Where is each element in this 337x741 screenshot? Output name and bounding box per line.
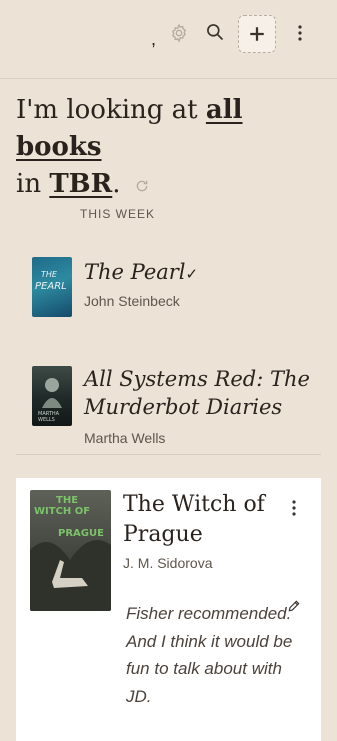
book-cover: THE WITCH OF PRAGUE [30, 490, 111, 611]
filter-books-link[interactable]: books [16, 132, 102, 162]
more-vertical-icon[interactable] [290, 20, 310, 46]
section-this-week: THIS WEEK [80, 207, 156, 221]
book-title: The Witch of Prague [123, 492, 265, 547]
filter-heading: I'm looking at all books in TBR. [16, 92, 326, 204]
book-title: All Systems Red: The Murderbot Diaries [84, 367, 310, 419]
divider [16, 454, 321, 455]
book-cover: MARTHA WELLS [32, 366, 72, 426]
book-title: The Pearl✓ [84, 260, 199, 284]
top-toolbar: , [0, 0, 337, 66]
heading-in: in [16, 169, 50, 199]
book-author: Martha Wells [84, 430, 166, 446]
filter-all-link[interactable]: all [206, 95, 243, 125]
plus-icon [250, 27, 264, 41]
book-note: Fisher recommended. And I think it would… [126, 604, 293, 706]
book-author: John Steinbeck [84, 293, 180, 309]
refresh-icon[interactable] [135, 167, 149, 204]
book-author: J. M. Sidorova [123, 555, 213, 571]
book-card-expanded[interactable]: THE WITCH OF PRAGUE The Witch of Prague … [16, 478, 321, 741]
pencil-icon[interactable] [287, 599, 303, 615]
toolbar-dot: , [151, 29, 157, 49]
book-item[interactable]: MARTHA WELLS All Systems Red: The Murder… [0, 362, 337, 452]
gear-icon[interactable] [166, 20, 192, 46]
heading-prefix: I'm looking at [16, 95, 206, 125]
search-icon[interactable] [201, 18, 229, 46]
book-item[interactable]: THE PEARL The Pearl✓ John Steinbeck [0, 252, 337, 322]
divider [0, 78, 337, 79]
add-book-button[interactable] [238, 15, 276, 53]
book-cover: THE PEARL [32, 257, 72, 317]
more-vertical-icon[interactable] [288, 498, 300, 518]
shelf-tbr-link[interactable]: TBR [49, 169, 112, 199]
